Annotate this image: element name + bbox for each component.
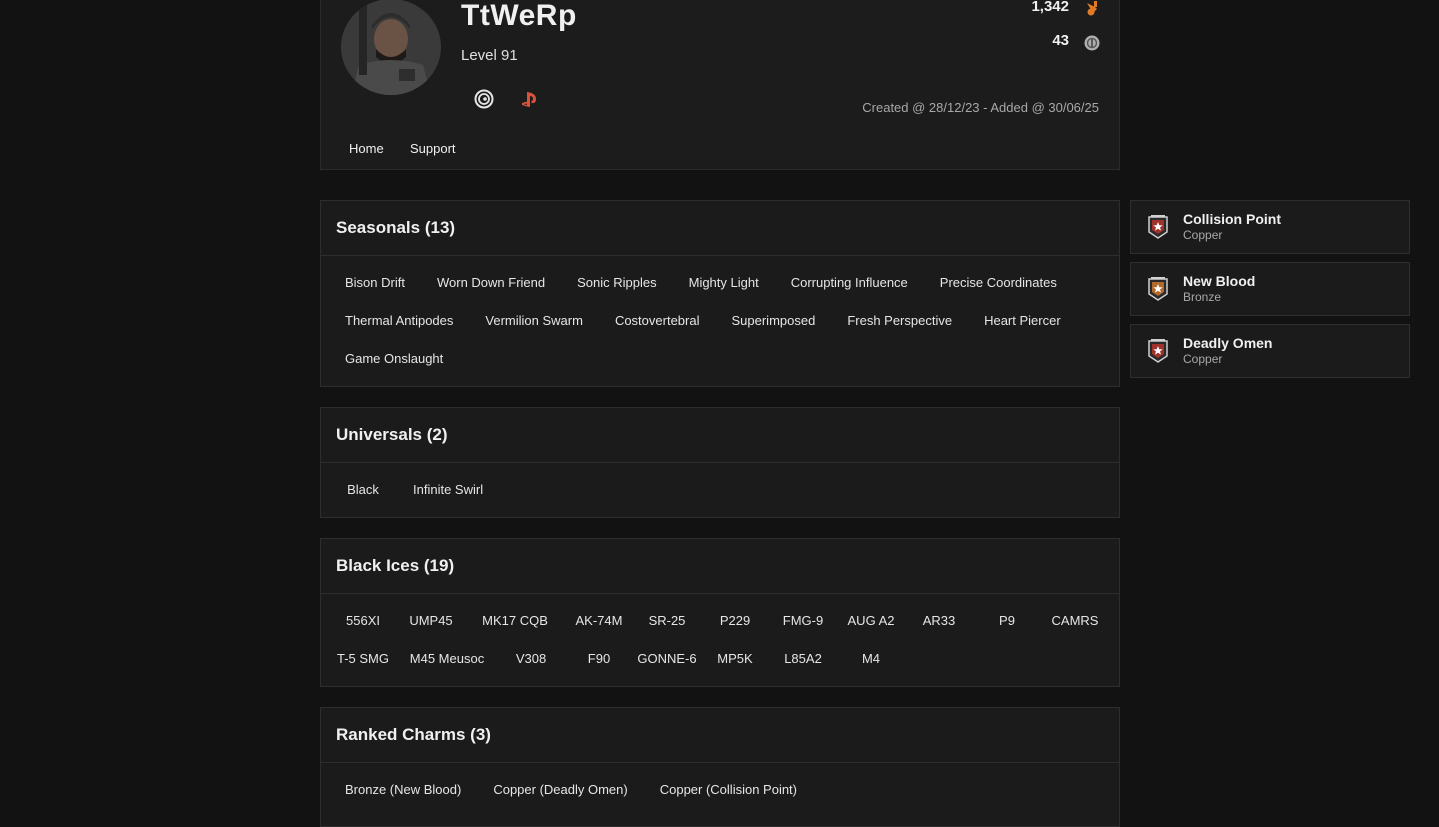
skin-chip[interactable]: GONNE-6 [633,640,701,678]
rank-badge-icon [1147,338,1169,364]
skin-chip[interactable]: Sonic Ripples [561,264,673,302]
skin-chip[interactable]: T-5 SMG [329,640,397,678]
section-title: Black Ices (19) [321,539,1119,594]
skin-chip[interactable]: AR33 [905,602,973,640]
section-title: Seasonals (13) [321,201,1119,256]
skin-chip[interactable]: AUG A2 [837,602,905,640]
skin-chip[interactable]: V308 [497,640,565,678]
seasonals-section: Seasonals (13) Bison Drift Worn Down Fri… [320,200,1120,387]
playstation-icon[interactable] [520,89,540,109]
username: TtWeRp [461,0,577,32]
skin-chip[interactable]: CAMRS [1041,602,1109,640]
nav-support-link[interactable]: Support [410,141,456,156]
badge-card-new-blood[interactable]: New Blood Bronze [1130,262,1410,316]
rank-badge-icon [1147,214,1169,240]
skin-chip[interactable]: Fresh Perspective [831,302,968,340]
badge-tier: Bronze [1183,290,1222,304]
skin-chip[interactable]: Infinite Swirl [397,471,499,509]
ranked-charms-section: Ranked Charms (3) Bronze (New Blood) Cop… [320,707,1120,827]
skin-chip[interactable]: 556XI [329,602,397,640]
skin-chip[interactable]: Vermilion Swarm [469,302,599,340]
skin-chip[interactable]: FMG-9 [769,602,837,640]
skin-chip[interactable]: Superimposed [715,302,831,340]
skin-chip[interactable]: M4 [837,640,905,678]
skin-chip[interactable]: Bison Drift [329,264,421,302]
skin-chip[interactable]: UMP45 [397,602,465,640]
skin-chip[interactable]: Black [329,471,397,509]
skin-chip[interactable]: P9 [973,602,1041,640]
rank-badge-icon [1147,276,1169,302]
skin-chip[interactable]: Costovertebral [599,302,716,340]
player-level: Level 91 [461,47,518,64]
section-title: Universals (2) [321,408,1119,463]
charm-chip[interactable]: Bronze (New Blood) [329,771,477,809]
credits-icon [1083,34,1101,52]
skin-chip[interactable]: F90 [565,640,633,678]
skin-chip[interactable]: Heart Piercer [968,302,1077,340]
badge-card-collision-point[interactable]: Collision Point Copper [1130,200,1410,254]
skin-chip[interactable]: AK-74M [565,602,633,640]
skin-chip[interactable]: Precise Coordinates [924,264,1073,302]
renown-icon [1083,0,1101,17]
renown-count: 1,342 [1031,0,1069,15]
nav-home-link[interactable]: Home [349,141,384,156]
skin-chip[interactable]: Thermal Antipodes [329,302,469,340]
credits-count: 43 [1052,32,1069,49]
ubisoft-icon[interactable] [474,89,494,109]
badge-tier: Copper [1183,352,1223,366]
badge-name: New Blood [1183,273,1256,289]
skin-chip[interactable]: MP5K [701,640,769,678]
universals-section: Universals (2) Black Infinite Swirl [320,407,1120,518]
badge-card-deadly-omen[interactable]: Deadly Omen Copper [1130,324,1410,378]
skin-chip[interactable]: Game Onslaught [329,340,459,378]
black-ices-section: Black Ices (19) 556XI UMP45 MK17 CQB AK-… [320,538,1120,687]
charm-chip[interactable]: Copper (Deadly Omen) [477,771,643,809]
skin-chip[interactable]: M45 Meusoc [397,640,497,678]
avatar [341,0,441,95]
badge-name: Collision Point [1183,211,1281,227]
skin-chip[interactable]: Corrupting Influence [775,264,924,302]
section-title: Ranked Charms (3) [321,708,1119,763]
skin-chip[interactable]: Worn Down Friend [421,264,561,302]
charm-chip[interactable]: Copper (Collision Point) [644,771,813,809]
skin-chip[interactable]: L85A2 [769,640,837,678]
skin-chip[interactable]: MK17 CQB [465,602,565,640]
badge-name: Deadly Omen [1183,335,1273,351]
skin-chip[interactable]: Mighty Light [673,264,775,302]
skin-chip[interactable]: P229 [701,602,769,640]
skin-chip[interactable]: SR-25 [633,602,701,640]
badge-tier: Copper [1183,228,1223,242]
created-added-dates: Created @ 28/12/23 - Added @ 30/06/25 [862,100,1099,115]
profile-card: TtWeRp Level 91 1,342 43 Created @ 28/12… [320,0,1120,170]
